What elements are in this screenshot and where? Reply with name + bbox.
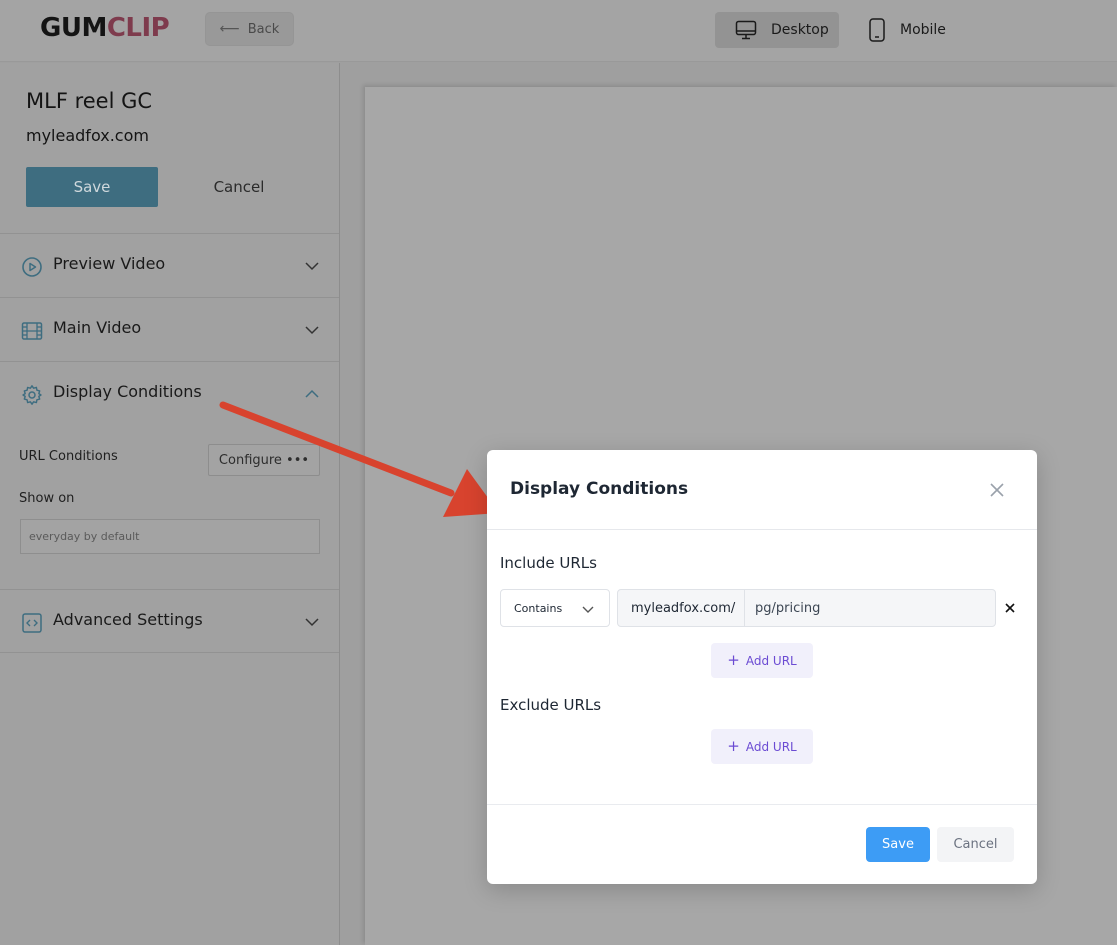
film-icon (21, 322, 43, 340)
modal-save-button[interactable]: Save (866, 827, 930, 862)
logo-part-gum: GUM (40, 13, 107, 43)
add-exclude-url-button[interactable]: + Add URL (711, 729, 813, 764)
sidebar-save-button[interactable]: Save (26, 167, 158, 207)
phone-icon (869, 18, 885, 42)
section-main-video[interactable]: Main Video (0, 297, 339, 361)
modal-cancel-button[interactable]: Cancel (937, 827, 1014, 862)
section-advanced-settings[interactable]: Advanced Settings (0, 589, 339, 653)
annotation-arrow-icon (219, 401, 499, 517)
url-prefix: myleadfox.com/ (618, 590, 745, 626)
modal-title: Display Conditions (510, 479, 689, 499)
chevron-down-icon (305, 326, 319, 335)
chevron-down-icon (305, 262, 319, 271)
show-on-label: Show on (19, 491, 75, 506)
include-urls-label: Include URLs (500, 554, 597, 572)
match-type-select[interactable]: Contains (500, 589, 610, 627)
sidebar-cancel-button[interactable]: Cancel (174, 167, 304, 207)
widget-domain: myleadfox.com (26, 126, 149, 145)
url-input-group: myleadfox.com/ (617, 589, 996, 627)
modal-footer-divider (487, 804, 1037, 805)
monitor-icon (735, 20, 757, 40)
section-preview-video[interactable]: Preview Video (0, 233, 339, 297)
section-label: Advanced Settings (53, 610, 203, 629)
modal-header: Display Conditions (487, 450, 1037, 530)
back-label: Back (247, 21, 280, 37)
add-url-label: Add URL (745, 739, 797, 754)
desktop-view-button[interactable]: Desktop (715, 12, 839, 48)
chevron-down-icon (582, 606, 594, 613)
section-label: Preview Video (53, 254, 166, 273)
url-conditions-label: URL Conditions (19, 449, 118, 464)
plus-icon: + (727, 651, 740, 669)
logo-part-clip: CLIP (106, 13, 170, 43)
close-icon[interactable] (987, 480, 1007, 500)
display-conditions-modal: Display Conditions Include URLs Contains… (487, 450, 1037, 884)
desktop-label: Desktop (771, 22, 829, 38)
exclude-urls-label: Exclude URLs (500, 696, 602, 714)
section-label: Display Conditions (53, 382, 202, 401)
add-include-url-button[interactable]: + Add URL (711, 643, 813, 678)
url-path-input[interactable] (745, 590, 995, 626)
match-type-value: Contains (514, 601, 563, 615)
mobile-view-button[interactable]: Mobile (866, 12, 976, 48)
add-url-label: Add URL (745, 653, 797, 668)
plus-icon: + (727, 737, 740, 755)
mobile-label: Mobile (900, 22, 946, 38)
arrow-left-icon: ⟵ (219, 21, 240, 37)
chevron-down-icon (305, 618, 319, 627)
play-circle-icon (22, 257, 42, 277)
top-header: GUMCLIP ⟵ Back Desktop Mobile (0, 0, 1117, 62)
back-button[interactable]: ⟵ Back (205, 12, 294, 46)
remove-url-icon[interactable] (1003, 601, 1017, 615)
section-label: Main Video (53, 318, 142, 337)
gumclip-logo[interactable]: GUMCLIP (40, 13, 170, 43)
code-icon (22, 613, 42, 633)
widget-name: MLF reel GC (26, 89, 153, 113)
gear-icon (22, 385, 42, 405)
